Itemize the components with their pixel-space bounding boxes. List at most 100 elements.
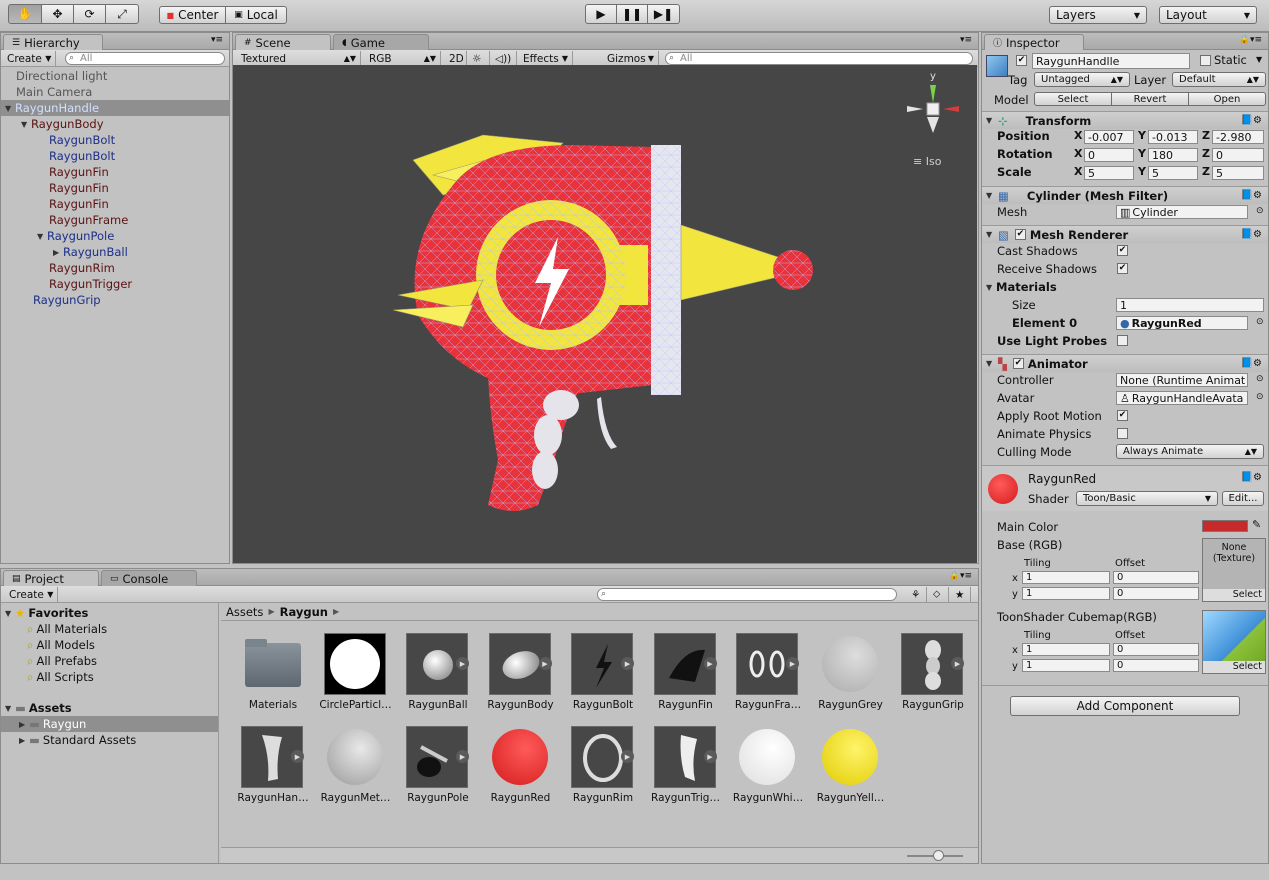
cubemap-texture-slot[interactable]: Select — [1202, 610, 1266, 674]
mesh-field[interactable]: ▥ Cylinder — [1116, 205, 1248, 219]
gizmos-dropdown[interactable]: Gizmos ▼ — [603, 51, 659, 66]
texture-select-button[interactable]: Select — [1203, 589, 1265, 601]
folder-item-standard-assets[interactable]: ▶ ▬ Standard Assets — [1, 732, 218, 748]
asset-item-red[interactable]: RaygunRed — [481, 726, 561, 816]
favorites-foldout[interactable]: ▼ ★ Favorites — [1, 605, 218, 621]
layer-dropdown[interactable]: Default ▲▼ — [1172, 72, 1266, 87]
hierarchy-item[interactable]: ▶ RaygunBall — [1, 244, 229, 260]
hierarchy-item[interactable]: RaygunFin — [1, 196, 229, 212]
breadcrumb-assets[interactable]: Assets — [226, 605, 263, 619]
cubemap-offset-x-field[interactable]: 0 — [1113, 643, 1199, 656]
object-picker-icon[interactable]: ⊙ — [1256, 317, 1264, 327]
hierarchy-item[interactable]: Main Camera — [1, 84, 229, 100]
component-settings-icon[interactable]: 📘⚙ — [1241, 190, 1262, 201]
tab-console[interactable]: ▭ Console — [101, 570, 197, 586]
tag-dropdown[interactable]: Untagged ▲▼ — [1034, 72, 1130, 87]
hierarchy-item[interactable]: RaygunTrigger — [1, 276, 229, 292]
pause-button[interactable]: ❚❚ — [616, 4, 648, 24]
hierarchy-item[interactable]: RaygunRim — [1, 260, 229, 276]
favorite-item[interactable]: ⌕ All Prefabs — [1, 653, 218, 669]
shader-edit-button[interactable]: Edit... — [1222, 491, 1264, 506]
favorite-item[interactable]: ⌕ All Materials — [1, 621, 218, 637]
animate-physics-checkbox[interactable] — [1117, 428, 1128, 439]
mode-2d-toggle[interactable]: 2D — [445, 51, 467, 66]
light-probes-checkbox[interactable] — [1117, 335, 1128, 346]
tab-project[interactable]: ▤ Project — [3, 570, 99, 586]
object-picker-icon[interactable]: ⊙ — [1256, 392, 1264, 402]
tiling-y-field[interactable]: 1 — [1022, 587, 1110, 600]
layout-dropdown[interactable]: Layout ▼ — [1159, 6, 1257, 24]
transform-x-field[interactable]: 0 — [1084, 148, 1134, 162]
expand-arrow-icon[interactable]: ▶ — [621, 750, 634, 763]
avatar-field[interactable]: ♙ RaygunHandleAvata — [1116, 391, 1248, 405]
asset-item-white[interactable]: RaygunWhi… — [728, 726, 808, 816]
cubemap-select-button[interactable]: Select — [1203, 661, 1265, 673]
layers-dropdown[interactable]: Layers ▼ — [1049, 6, 1147, 24]
controller-field[interactable]: None (Runtime Animat — [1116, 373, 1248, 387]
add-component-button[interactable]: Add Component — [1010, 696, 1240, 716]
axis-label[interactable]: Y — [1138, 165, 1146, 178]
expand-arrow-icon[interactable]: ▶ — [703, 750, 717, 763]
filter-by-type-button[interactable]: ⚘ — [907, 587, 927, 602]
root-motion-checkbox[interactable]: ✔ — [1117, 410, 1128, 421]
expand-arrow-icon[interactable]: ▶ — [786, 657, 799, 670]
transform-y-field[interactable]: 5 — [1148, 166, 1198, 180]
tab-game[interactable]: ◖ Game — [333, 34, 429, 50]
asset-item-grip[interactable]: ▶ RaygunGrip — [893, 633, 973, 723]
cubemap-tiling-y-field[interactable]: 1 — [1022, 659, 1110, 672]
shader-dropdown[interactable]: Toon/Basic ▼ — [1076, 491, 1218, 506]
tab-scene[interactable]: # Scene — [235, 34, 331, 50]
play-button[interactable]: ▶ — [585, 4, 617, 24]
object-picker-icon[interactable]: ⊙ — [1256, 374, 1264, 384]
asset-item-bolt[interactable]: ▶ RaygunBolt — [563, 633, 643, 723]
orientation-gizmo[interactable]: y ≡ Iso — [901, 71, 971, 168]
hand-tool-button[interactable]: ✋ — [8, 4, 42, 24]
asset-item-grey[interactable]: RaygunGrey — [811, 633, 891, 723]
hierarchy-item[interactable]: RaygunGrip — [1, 292, 229, 308]
asset-item-body[interactable]: ▶ RaygunBody — [481, 633, 561, 723]
tab-inspector[interactable]: ⓘ Inspector — [984, 34, 1084, 50]
expand-arrow-icon[interactable]: ▶ — [703, 657, 717, 670]
axis-label[interactable]: Y — [1138, 129, 1146, 142]
asset-item-yellow[interactable]: RaygunYell… — [811, 726, 891, 816]
animator-header[interactable]: ▼ ▚ ✔ Animator 📘⚙ — [982, 354, 1268, 372]
save-search-button[interactable]: ★ — [951, 587, 971, 602]
object-picker-icon[interactable]: ⊙ — [1256, 206, 1264, 216]
foldout-arrow-icon[interactable]: ▶ — [53, 248, 63, 257]
hierarchy-item[interactable]: ▼ RaygunBody — [1, 116, 229, 132]
step-button[interactable]: ▶❚ — [647, 4, 680, 24]
hierarchy-item[interactable]: ▼ RaygunHandle — [1, 100, 229, 116]
hierarchy-item[interactable]: ▼ RaygunPole — [1, 228, 229, 244]
expand-arrow-icon[interactable]: ▶ — [538, 657, 552, 670]
move-tool-button[interactable]: ✥ — [41, 4, 74, 24]
hierarchy-search-input[interactable]: All — [65, 52, 225, 65]
axis-label[interactable]: X — [1074, 129, 1082, 142]
lighting-toggle[interactable]: ☼ — [468, 51, 490, 66]
panel-menu-icon[interactable]: 🔒▾≡ — [949, 571, 972, 581]
expand-arrow-icon[interactable]: ▶ — [456, 657, 469, 670]
asset-item-rim[interactable]: ▶ RaygunRim — [563, 726, 643, 816]
asset-item-handle[interactable]: ▶ RaygunHan… — [233, 726, 313, 816]
transform-header[interactable]: ▼ ⊹ Transform 📘⚙ — [982, 111, 1268, 129]
dropdown-arrow-icon[interactable]: ▼ — [1256, 55, 1262, 64]
mesh-renderer-header[interactable]: ▼ ▧ ✔ Mesh Renderer 📘⚙ — [982, 225, 1268, 243]
hierarchy-item[interactable]: RaygunBolt — [1, 132, 229, 148]
favorite-item[interactable]: ⌕ All Scripts — [1, 669, 218, 685]
project-create-button[interactable]: Create ▼ — [5, 587, 59, 602]
asset-item-ball[interactable]: ▶ RaygunBall — [398, 633, 478, 723]
foldout-arrow-icon[interactable]: ▼ — [21, 120, 31, 129]
slider-thumb[interactable] — [933, 850, 944, 861]
axis-label[interactable]: Z — [1202, 129, 1210, 142]
base-texture-slot[interactable]: None (Texture) Select — [1202, 538, 1266, 602]
asset-item-fin[interactable]: ▶ RaygunFin — [646, 633, 726, 723]
cubemap-offset-y-field[interactable]: 0 — [1113, 659, 1199, 672]
expand-arrow-icon[interactable]: ▶ — [621, 657, 634, 670]
tiling-x-field[interactable]: 1 — [1022, 571, 1110, 584]
hierarchy-item[interactable]: RaygunFrame — [1, 212, 229, 228]
transform-y-field[interactable]: -0.013 — [1148, 130, 1198, 144]
assets-foldout[interactable]: ▼ ▬ Assets — [1, 700, 218, 716]
offset-y-field[interactable]: 0 — [1113, 587, 1199, 600]
asset-item-trigger[interactable]: ▶ RaygunTrig… — [646, 726, 726, 816]
culling-mode-dropdown[interactable]: Always Animate ▲▼ — [1116, 444, 1264, 459]
eyedropper-icon[interactable]: ✎ — [1252, 518, 1261, 531]
